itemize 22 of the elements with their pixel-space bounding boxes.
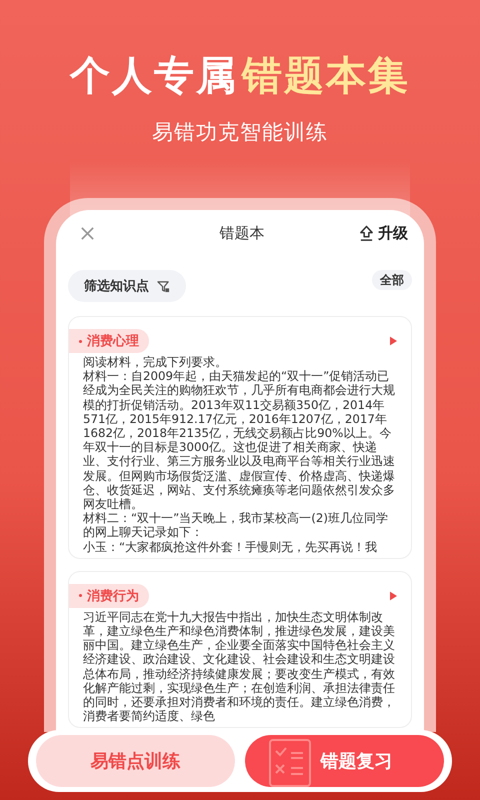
play-icon[interactable] [390, 336, 397, 346]
screen-title: 错题本 [220, 224, 264, 242]
question-text: 小玉：“大家都疯抢这件外套！手慢则无，先买再说！我 [83, 540, 378, 554]
topic-tag: 消费行为 [69, 584, 149, 608]
checklist-icon [269, 739, 311, 787]
filter-button[interactable]: 筛选知识点 [68, 270, 186, 302]
question-text: 阅读材料，完成下列要求。 [83, 355, 228, 370]
question-text: 材料二：“双十一”当天晚上，我市某校高一(2)班几位同学的网上聊天记录如下： [83, 511, 389, 540]
headline: 个人专属 [70, 52, 238, 101]
question-card[interactable] [68, 316, 412, 559]
upgrade-link[interactable]: 升级 [378, 224, 408, 242]
topic-tag: 消费心理 [69, 329, 149, 353]
question-text: 材料一：自2009年起，由天猫发起的“双十一”促销活动已经成为全民关注的购物狂欢节，几乎所有电商都会进行大规模的打折促销活动。2013年双11交易额350亿，2014年571亿，2015年912.17亿元，2016年1207亿，2017年1682亿，2018年2135亿，无线交易额占比90%以上。今年双十一的目标是3000亿。这也促进了相关商家、快递业、支付行业、第三方服务业以及电商平台等相关行业迅速发展。但网购市场假货泛滥、虚假宣传、价格虚高、快递爆仓、收货延迟，网站、支付系统瘫痪等老问题依然引发众多网友吐槽。 [83, 369, 396, 512]
play-icon[interactable] [390, 590, 397, 601]
scope-button[interactable]: 全部 [372, 270, 412, 290]
filter-icon [157, 280, 170, 292]
question-card[interactable]: 消费行为 习近平同志在党十九大报告中指出，加快生态文明体制改革，建立绿色生产和绿色消费体制，推进绿色发展，建设美丽中国。建立绿色生产，企业要全面落实中国特色社会主义经济建设、政治建设、文化建设、社会建设和生态文明建设总体布局，推动经济持续健康发展；要改变生产模式，有效化解产能过剩，实现绿色生产；在创造利润、承担法律责任的同时，还要承担对消费者和环境的责任。建立绿色消费，消费者要简约适度、绿色 [68, 570, 412, 728]
upload-icon[interactable] [359, 224, 374, 242]
headline-highlight: 错题本集 [242, 52, 410, 101]
question-text: 习近平同志在党十九大报告中指出，加快生态文明体制改革，建立绿色生产和绿色消费体制，推进绿色发展，建设美丽中国。建立绿色生产，企业要全面落实中国特色社会主义经济建设、政治建设、文化建设、社会建设和生态文明建设总体布局，推动经济持续健康发展；要改变生产模式，有效化解产能过剩，实现绿色生产；在创造利润、承担法律责任的同时，还要承担对消费者和环境的责任。建立绿色消费，消费者要简约适度、绿色 [83, 610, 396, 724]
close-icon[interactable] [80, 226, 95, 240]
subtitle: 易错功克智能训练 [151, 119, 329, 146]
